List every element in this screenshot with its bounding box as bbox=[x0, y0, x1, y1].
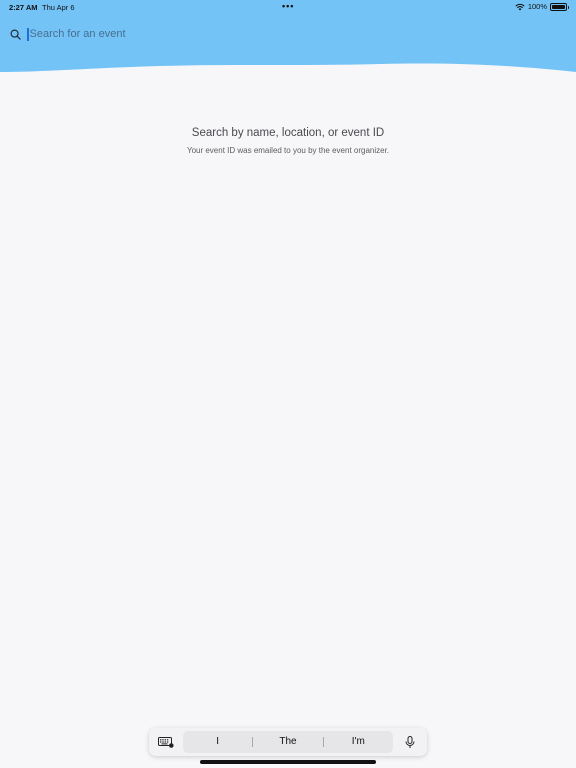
empty-state-title: Search by name, location, or event ID bbox=[191, 127, 385, 139]
status-date: Thu Apr 6 bbox=[42, 3, 75, 12]
status-time: 2:27 AM bbox=[9, 3, 38, 12]
empty-state-subtitle: Your event ID was emailed to you by the … bbox=[186, 146, 390, 155]
battery-percent: 100% bbox=[527, 2, 547, 11]
status-bar: 2:27 AM Thu Apr 6 ••• 100% bbox=[0, 0, 576, 14]
search-bar[interactable] bbox=[10, 26, 410, 42]
multitasking-dots-icon[interactable]: ••• bbox=[282, 1, 294, 11]
status-right: 100% bbox=[515, 2, 569, 11]
search-icon bbox=[10, 29, 21, 40]
home-indicator[interactable] bbox=[200, 760, 376, 764]
suggestion-item[interactable]: I'm bbox=[324, 731, 393, 753]
microphone-icon bbox=[405, 735, 415, 748]
keyboard-suggestion-bar: I The I'm bbox=[149, 728, 427, 756]
battery-icon bbox=[550, 2, 569, 11]
search-input[interactable] bbox=[29, 26, 330, 42]
wifi-icon bbox=[515, 3, 525, 10]
battery-fill bbox=[552, 4, 565, 9]
dictation-button[interactable] bbox=[393, 728, 427, 756]
suggestion-item[interactable]: I bbox=[183, 731, 252, 753]
suggestion-item[interactable]: The bbox=[253, 731, 322, 753]
screen: 2:27 AM Thu Apr 6 ••• 100% Search by nam… bbox=[0, 0, 576, 768]
text-cursor bbox=[27, 27, 29, 41]
keyboard-icon bbox=[158, 736, 174, 748]
keyboard-toggle-button[interactable] bbox=[149, 728, 183, 756]
suggestion-strip: I The I'm bbox=[183, 731, 393, 753]
